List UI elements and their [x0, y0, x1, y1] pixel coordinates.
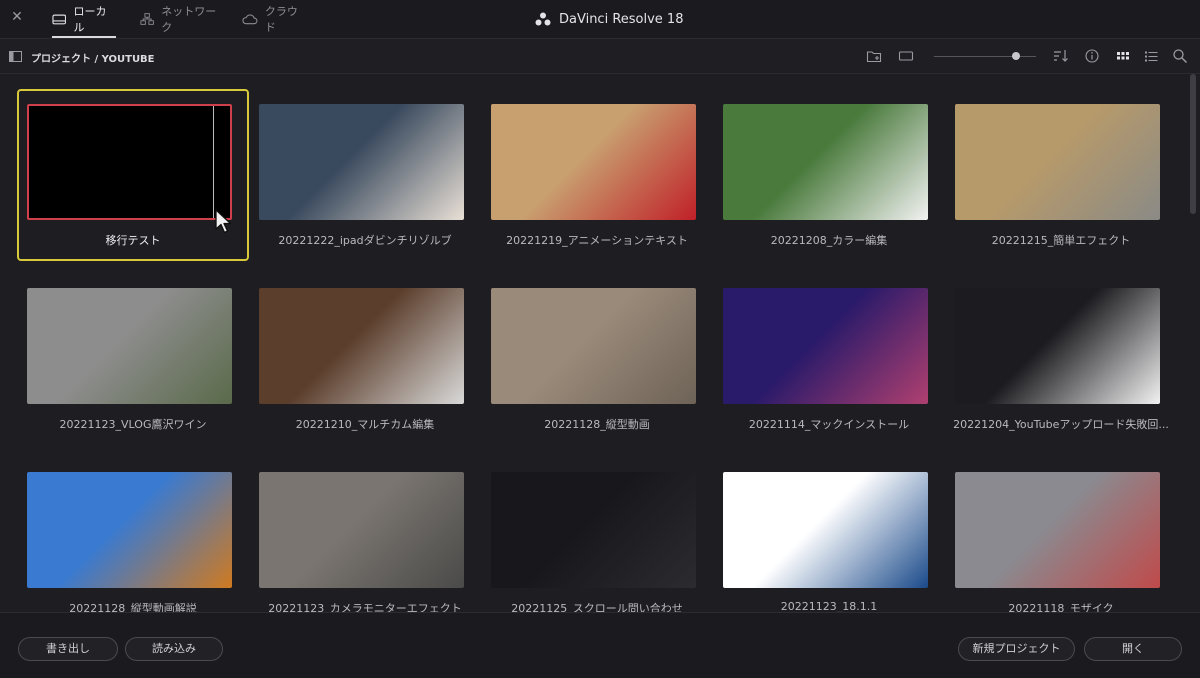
- project-toolbar: プロジェクト / YOUTUBE: [0, 39, 1200, 74]
- project-tile[interactable]: 20221125_スクロール問い合わせ: [481, 457, 713, 612]
- project-tile[interactable]: 20221123_カメラモニターエフェクト: [249, 457, 481, 612]
- project-tile[interactable]: 20221222_ipadダビンチリゾルブ: [249, 89, 481, 269]
- project-name: 20221128_縦型動画解説: [69, 602, 197, 612]
- project-name: 20221125_スクロール問い合わせ: [511, 602, 683, 612]
- export-button[interactable]: 書き出し: [18, 637, 118, 661]
- project-name: 20221215_簡単エフェクト: [991, 234, 1131, 247]
- tab-cloud-label: クラウド: [264, 5, 298, 34]
- zoom-slider-handle[interactable]: [1012, 52, 1020, 60]
- network-icon: [140, 13, 154, 25]
- sort-icon[interactable]: [1053, 48, 1069, 64]
- project-tile[interactable]: 移行テスト: [17, 89, 249, 269]
- close-icon[interactable]: ✕: [10, 10, 24, 24]
- project-thumbnail[interactable]: [491, 288, 696, 404]
- footer-bar: 書き出し 読み込み 新規プロジェクト 開く: [0, 612, 1200, 678]
- project-thumbnail[interactable]: [491, 104, 696, 220]
- project-thumbnail[interactable]: [955, 104, 1160, 220]
- project-tile[interactable]: 20221204_YouTubeアップロード失敗回...: [945, 273, 1177, 453]
- project-tile[interactable]: 20221219_アニメーションテキスト: [481, 89, 713, 269]
- tab-network[interactable]: ネットワーク: [140, 0, 220, 38]
- mouse-cursor-icon: [215, 209, 232, 234]
- project-name: 20221114_マックインストール: [748, 418, 910, 431]
- project-tile[interactable]: 20221123_VLOG鷹沢ワイン: [17, 273, 249, 453]
- tab-cloud[interactable]: クラウド: [242, 0, 306, 38]
- project-name: 20221208_カラー編集: [770, 234, 888, 247]
- app-title: DaVinci Resolve 18: [535, 0, 683, 38]
- project-tile[interactable]: 20221128_縦型動画解説: [17, 457, 249, 612]
- project-tile[interactable]: 20221123_18.1.1: [713, 457, 945, 612]
- tab-local-label: ローカル: [73, 5, 107, 34]
- grid-view-icon[interactable]: [1115, 48, 1131, 64]
- project-tile[interactable]: 20221208_カラー編集: [713, 89, 945, 269]
- title-bar: ✕ ローカル ネットワーク クラウド DaVinci Resolve 18: [0, 0, 1200, 39]
- davinci-logo-icon: [535, 12, 551, 26]
- project-thumbnail[interactable]: [259, 104, 464, 220]
- breadcrumb: プロジェクト / YOUTUBE: [31, 54, 155, 65]
- project-name: 20221123_VLOG鷹沢ワイン: [59, 418, 207, 431]
- project-name: 20221222_ipadダビンチリゾルブ: [278, 234, 452, 247]
- project-thumbnail[interactable]: [27, 104, 232, 220]
- project-thumbnail[interactable]: [491, 472, 696, 588]
- project-tile[interactable]: 20221128_縦型動画: [481, 273, 713, 453]
- project-thumbnail[interactable]: [723, 472, 928, 588]
- thumbnail-size-icon[interactable]: [898, 48, 914, 64]
- import-button[interactable]: 読み込み: [125, 637, 223, 661]
- project-tile[interactable]: 20221118_モザイク: [945, 457, 1177, 612]
- playhead-line: [213, 106, 214, 218]
- project-thumbnail[interactable]: [27, 472, 232, 588]
- active-tab-underline: [52, 36, 116, 38]
- project-tile[interactable]: 20221215_簡単エフェクト: [945, 89, 1177, 269]
- tab-network-label: ネットワーク: [161, 5, 217, 34]
- new-project-button[interactable]: 新規プロジェクト: [958, 637, 1075, 661]
- project-tile[interactable]: 20221210_マルチカム編集: [249, 273, 481, 453]
- app-title-text: DaVinci Resolve 18: [559, 11, 684, 27]
- project-name: 20221123_18.1.1: [780, 600, 878, 612]
- project-thumbnail[interactable]: [955, 472, 1160, 588]
- new-folder-icon[interactable]: [866, 48, 882, 64]
- project-thumbnail[interactable]: [259, 472, 464, 588]
- project-grid: 移行テスト 20221222_ipadダビンチリゾルブ 20221219_アニメーシ…: [0, 74, 1200, 612]
- project-thumbnail[interactable]: [259, 288, 464, 404]
- project-name: 20221219_アニメーションテキスト: [506, 234, 688, 247]
- info-icon[interactable]: [1084, 48, 1100, 64]
- project-name: 20221123_カメラモニターエフェクト: [268, 602, 462, 612]
- project-thumbnail[interactable]: [27, 288, 232, 404]
- project-name: 20221210_マルチカム編集: [295, 418, 435, 431]
- local-drive-icon: [52, 14, 67, 25]
- open-button[interactable]: 開く: [1084, 637, 1182, 661]
- project-thumbnail[interactable]: [955, 288, 1160, 404]
- project-thumbnail[interactable]: [723, 104, 928, 220]
- list-view-icon[interactable]: [1143, 48, 1159, 64]
- tab-local[interactable]: ローカル: [52, 0, 116, 38]
- panel-toggle-icon[interactable]: [9, 51, 22, 62]
- project-name: 20221128_縦型動画: [544, 418, 650, 431]
- vertical-scrollbar[interactable]: [1190, 74, 1196, 214]
- project-name: 20221204_YouTubeアップロード失敗回...: [953, 418, 1169, 431]
- project-thumbnail[interactable]: [723, 288, 928, 404]
- zoom-slider[interactable]: [934, 56, 1036, 57]
- project-tile[interactable]: 20221114_マックインストール: [713, 273, 945, 453]
- project-name: 20221118_モザイク: [1008, 602, 1114, 612]
- cloud-icon: [242, 14, 258, 25]
- search-icon[interactable]: [1172, 48, 1188, 64]
